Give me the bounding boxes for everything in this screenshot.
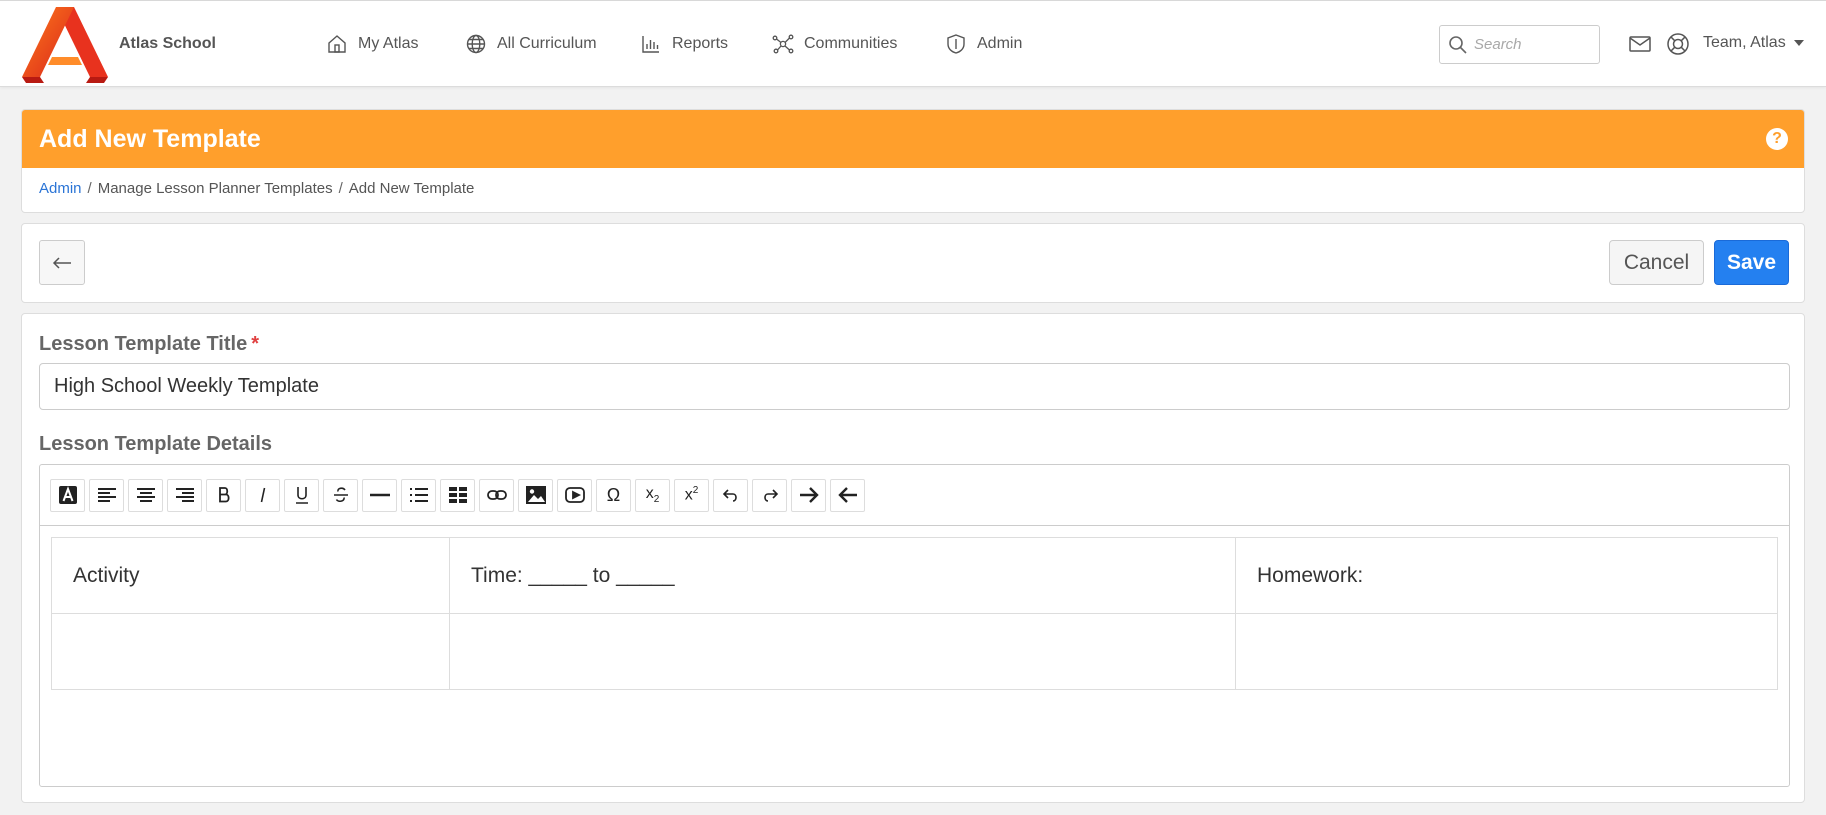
table-cell[interactable]: [449, 613, 1236, 690]
page-title: Add New Template: [39, 124, 261, 153]
table-cell[interactable]: Activity: [51, 537, 450, 614]
outdent-arrow-left-icon[interactable]: [830, 478, 865, 512]
bullet-list-icon[interactable]: [401, 478, 436, 512]
help-lifebuoy-icon[interactable]: [1666, 32, 1690, 56]
table-cell[interactable]: [1235, 613, 1778, 690]
save-button[interactable]: Save: [1714, 240, 1789, 285]
search-input[interactable]: [1474, 36, 1594, 53]
align-left-icon[interactable]: [89, 478, 124, 512]
top-navigation-bar: Atlas School My Atlas All Curriculum Rep…: [0, 0, 1826, 87]
template-form: Lesson Template Title* Lesson Template D…: [21, 313, 1805, 803]
brand-name[interactable]: Atlas School: [119, 35, 216, 53]
redo-icon[interactable]: [752, 478, 787, 512]
question-icon[interactable]: ?: [1766, 128, 1788, 150]
image-icon[interactable]: [518, 478, 553, 512]
arrow-left-icon: [52, 256, 71, 269]
caret-down-icon: [1793, 40, 1804, 46]
table-row: Activity Time: _____ to _____ Homework:: [51, 537, 1778, 614]
search-box[interactable]: [1439, 25, 1600, 64]
back-button[interactable]: [39, 240, 85, 285]
search-icon: [1449, 35, 1467, 54]
text-color-icon[interactable]: [50, 478, 85, 512]
page-header-bar: Add New Template ?: [22, 110, 1804, 168]
strikethrough-icon[interactable]: [323, 478, 358, 512]
bar-chart-icon: [642, 36, 659, 53]
details-field-label: Lesson Template Details: [39, 433, 273, 455]
nav-label: Communities: [804, 35, 898, 52]
nav-label: Reports: [672, 35, 729, 52]
breadcrumb-current: Add New Template: [348, 180, 475, 197]
nav-admin[interactable]: Admin: [945, 31, 1022, 57]
table-cell[interactable]: Homework:: [1235, 537, 1778, 614]
nav-communities[interactable]: Communities: [772, 31, 897, 57]
align-right-icon[interactable]: [167, 478, 202, 512]
table-row: [51, 613, 1778, 690]
subscript-icon[interactable]: x2: [635, 478, 670, 512]
home-icon: [328, 35, 346, 53]
lesson-content-table[interactable]: Activity Time: _____ to _____ Homework:: [51, 537, 1778, 690]
user-menu[interactable]: Team, Atlas: [1703, 34, 1804, 52]
undo-icon[interactable]: [713, 478, 748, 512]
editor-toolbar: Ω x2 x2: [40, 465, 1789, 526]
page-header-card: Add New Template ? Admin / Manage Lesson P…: [21, 109, 1805, 213]
align-center-icon[interactable]: [128, 478, 163, 512]
cancel-button[interactable]: Cancel: [1609, 240, 1704, 285]
nav-label: All Curriculum: [497, 35, 597, 52]
mail-icon[interactable]: [1628, 32, 1652, 56]
table-cell[interactable]: [51, 613, 450, 690]
table-icon[interactable]: [440, 478, 475, 512]
network-icon: [772, 34, 794, 54]
globe-icon: [466, 34, 486, 54]
special-character-icon[interactable]: Ω: [596, 478, 631, 512]
italic-icon[interactable]: [245, 478, 280, 512]
breadcrumb-separator: /: [87, 180, 92, 197]
user-name: Team, Atlas: [1703, 34, 1786, 51]
table-cell[interactable]: Time: _____ to _____: [449, 537, 1236, 614]
breadcrumb-separator: /: [338, 180, 343, 197]
bold-icon[interactable]: [206, 478, 241, 512]
rich-text-editor[interactable]: Ω x2 x2 Activity Time: _____ to _____ Ho…: [39, 464, 1790, 787]
underline-icon[interactable]: [284, 478, 319, 512]
superscript-icon[interactable]: x2: [674, 478, 709, 512]
title-label-text: Lesson Template Title: [39, 333, 248, 355]
nav-label: My Atlas: [358, 35, 419, 52]
breadcrumb-item: Manage Lesson Planner Templates: [97, 180, 333, 197]
action-bar: Cancel Save: [21, 223, 1805, 303]
nav-label: Admin: [977, 35, 1023, 52]
template-title-input[interactable]: [39, 363, 1790, 410]
required-marker: *: [251, 333, 259, 355]
nav-my-atlas[interactable]: My Atlas: [326, 31, 418, 57]
indent-arrow-right-icon[interactable]: [791, 478, 826, 512]
breadcrumb-admin-link[interactable]: Admin: [39, 180, 82, 197]
nav-reports[interactable]: Reports: [640, 31, 728, 57]
video-icon[interactable]: [557, 478, 592, 512]
title-field-label: Lesson Template Title *: [39, 333, 259, 356]
nav-all-curriculum[interactable]: All Curriculum: [465, 31, 597, 57]
link-icon[interactable]: [479, 478, 514, 512]
horizontal-rule-icon[interactable]: [362, 478, 397, 512]
breadcrumb: Admin / Manage Lesson Planner Templates / Ad…: [22, 168, 1804, 209]
atlas-logo[interactable]: [22, 7, 108, 83]
shield-icon: [947, 34, 965, 54]
